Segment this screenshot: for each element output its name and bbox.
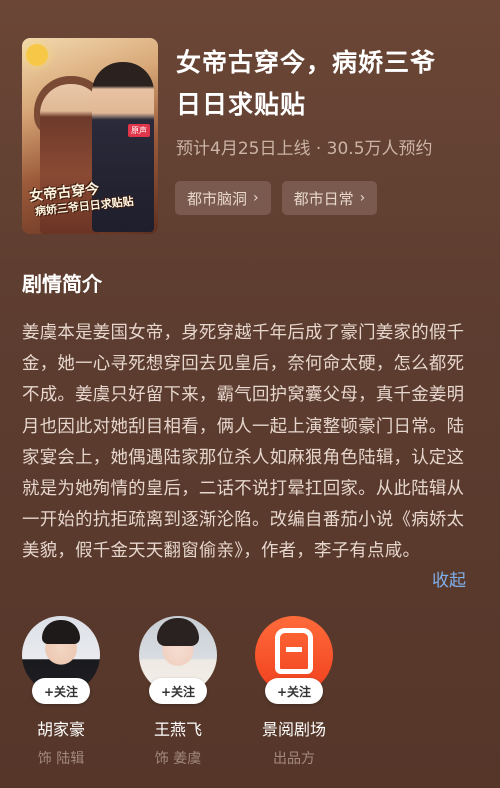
synopsis-heading: 剧情简介 — [22, 272, 102, 296]
tag-chip[interactable]: 都市脑洞 › — [175, 181, 271, 215]
drama-title-line1: 女帝古穿今，病娇三爷 — [176, 48, 437, 77]
drama-title: 女帝古穿今，病娇三爷 日日求贴贴 — [176, 42, 476, 126]
tag-label: 都市日常 — [293, 189, 354, 208]
cast-role: 饰 姜虞 — [154, 751, 202, 767]
tag-label: 都市脑洞 — [187, 189, 248, 208]
cast-list: +关注 胡家豪 饰 陆辑 +关注 王燕飞 饰 姜虞 +关注 景阅剧场 出品方 — [0, 616, 500, 788]
cast-name: 王燕飞 — [153, 720, 202, 739]
producer-role: 出品方 — [273, 751, 315, 767]
follow-button[interactable]: +关注 — [265, 678, 323, 704]
drama-title-line2: 日日求贴贴 — [176, 90, 307, 119]
tag-list: 都市脑洞 › 都市日常 › — [175, 181, 378, 215]
chevron-right-icon: › — [253, 190, 259, 206]
cast-role: 饰 陆辑 — [37, 751, 85, 767]
follow-button[interactable]: +关注 — [149, 678, 207, 704]
producer-name: 景阅剧场 — [261, 720, 326, 739]
synopsis-text: 姜虞本是姜国女帝，身死穿越千年后成了豪门姜家的假千金，她一心寻死想穿回去见皇后，… — [22, 323, 465, 562]
follow-button[interactable]: +关注 — [32, 678, 90, 704]
cast-member[interactable]: +关注 胡家豪 饰 陆辑 — [11, 616, 111, 768]
producer[interactable]: +关注 景阅剧场 出品方 — [244, 616, 344, 768]
poster-badge: 原声 — [128, 124, 150, 137]
tag-chip[interactable]: 都市日常 › — [281, 181, 378, 215]
release-meta: 预计4月25日上线 · 30.5万人预约 — [176, 139, 433, 159]
cast-member[interactable]: +关注 王燕飞 饰 姜虞 — [128, 616, 228, 768]
cast-name: 胡家豪 — [36, 720, 85, 739]
drama-poster[interactable]: 原声 女帝古穿今 病娇三爷日日求贴贴 — [22, 38, 158, 234]
drama-detail-page: 原声 女帝古穿今 病娇三爷日日求贴贴 女帝古穿今，病娇三爷 日日求贴贴 预计4月… — [0, 0, 500, 788]
chevron-right-icon: › — [359, 190, 366, 206]
sun-decoration — [26, 44, 48, 66]
collapse-link[interactable]: 收起 — [432, 566, 466, 591]
logo-mark — [275, 628, 313, 674]
